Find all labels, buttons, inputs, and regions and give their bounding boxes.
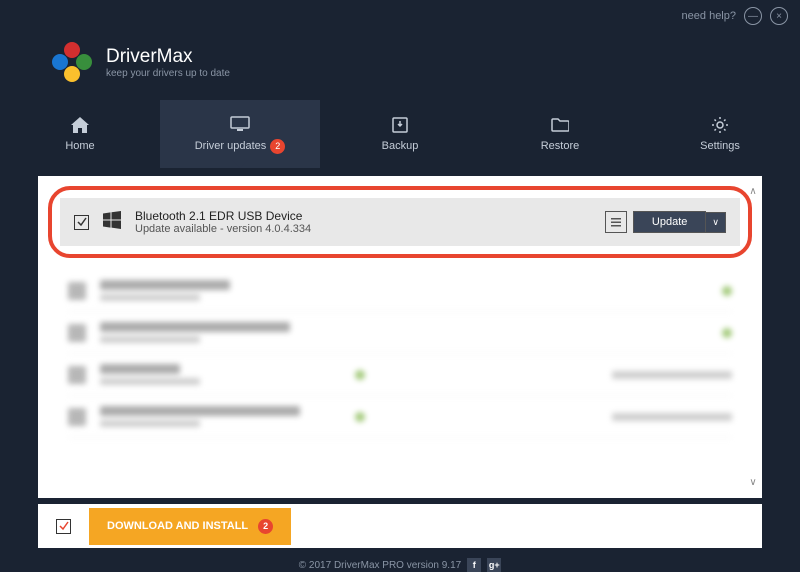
- driver-details-button[interactable]: [605, 211, 627, 233]
- close-button[interactable]: ×: [770, 7, 788, 25]
- select-all-checkbox[interactable]: [56, 519, 71, 534]
- app-header: DriverMax keep your drivers up to date: [0, 32, 800, 100]
- other-drivers-blurred: [48, 266, 752, 442]
- driver-status: Update available - version 4.0.4.334: [135, 223, 605, 235]
- updates-badge: 2: [270, 139, 285, 154]
- bottom-action-bar: DOWNLOAD AND INSTALL 2: [38, 504, 762, 548]
- update-dropdown[interactable]: ∨: [706, 212, 726, 233]
- help-link[interactable]: need help?: [682, 10, 736, 22]
- driver-list-panel: Bluetooth 2.1 EDR USB Device Update avai…: [38, 176, 762, 498]
- googleplus-icon[interactable]: g+: [487, 558, 501, 572]
- nav-settings[interactable]: Settings: [640, 100, 800, 168]
- gear-icon: [710, 116, 730, 134]
- nav-restore[interactable]: Restore: [480, 100, 640, 168]
- logo-icon: [50, 40, 94, 84]
- scrollbar[interactable]: ∧∨: [746, 186, 760, 488]
- minimize-button[interactable]: —: [744, 7, 762, 25]
- monitor-icon: [230, 115, 250, 133]
- windows-icon: [103, 211, 121, 234]
- facebook-icon[interactable]: f: [467, 558, 481, 572]
- driver-row[interactable]: Bluetooth 2.1 EDR USB Device Update avai…: [60, 198, 740, 246]
- home-icon: [70, 116, 90, 134]
- folder-icon: [550, 116, 570, 134]
- download-install-button[interactable]: DOWNLOAD AND INSTALL 2: [89, 508, 291, 545]
- nav-home[interactable]: Home: [0, 100, 160, 168]
- update-button[interactable]: Update: [633, 211, 706, 233]
- driver-checkbox[interactable]: [74, 215, 89, 230]
- nav-driver-updates[interactable]: Driver updates2: [160, 100, 320, 168]
- app-title: DriverMax: [106, 46, 230, 68]
- titlebar: need help? — ×: [0, 0, 800, 32]
- copyright: © 2017 DriverMax PRO version 9.17: [299, 560, 461, 571]
- download-badge: 2: [258, 519, 273, 534]
- backup-icon: [390, 116, 410, 134]
- highlighted-driver: Bluetooth 2.1 EDR USB Device Update avai…: [48, 186, 752, 258]
- nav-backup[interactable]: Backup: [320, 100, 480, 168]
- driver-name: Bluetooth 2.1 EDR USB Device: [135, 209, 605, 223]
- app-tagline: keep your drivers up to date: [106, 68, 230, 79]
- footer: © 2017 DriverMax PRO version 9.17 f g+: [0, 548, 800, 572]
- main-nav: Home Driver updates2 Backup Restore Sett…: [0, 100, 800, 168]
